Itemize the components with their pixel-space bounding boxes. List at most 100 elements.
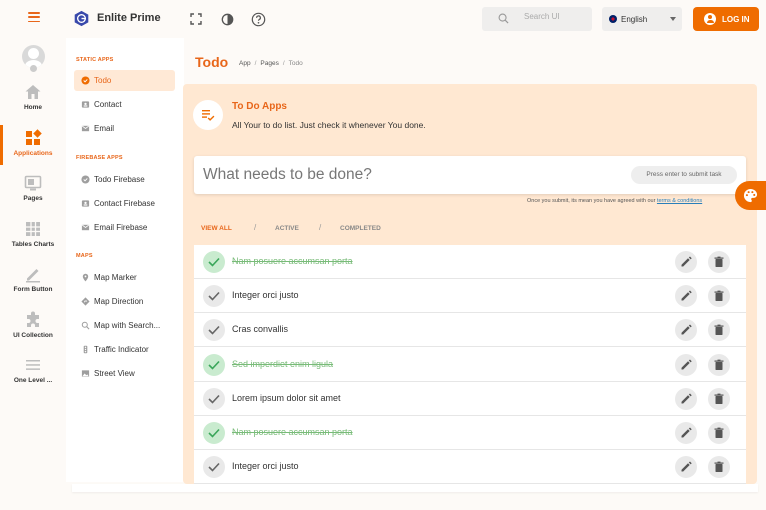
trash-icon (714, 461, 724, 473)
search-box[interactable] (482, 7, 592, 31)
trash-icon (714, 359, 724, 370)
fullscreen-icon[interactable] (187, 10, 205, 28)
panel-icon-wrap (193, 100, 223, 130)
todo-text: Sed imperdiet enim ligula (232, 358, 334, 369)
language-label: English (621, 15, 648, 24)
mail-icon (81, 125, 90, 132)
login-button[interactable]: LOG IN (693, 7, 759, 31)
todo-row: Sed imperdiet enim ligula (194, 348, 746, 382)
rail-item-form-button[interactable]: Form Button (0, 265, 66, 303)
terms-link[interactable]: terms & conditions (657, 198, 702, 204)
todo-checkbox[interactable] (203, 319, 225, 342)
tables-icon (26, 222, 40, 236)
secondary-menu: STATIC APPS Todo Contact Email FIREBASE … (66, 38, 184, 482)
todo-row: Lorem ipsum dolor sit amet (194, 382, 746, 416)
todo-row: Nam posuere accumsan porta (194, 245, 746, 279)
terms-note: Once you submit, its mean you have agree… (527, 198, 703, 204)
menu-item-contact[interactable]: Contact (74, 94, 175, 115)
contact-card-icon (81, 101, 90, 108)
section-static-apps: STATIC APPS (76, 57, 114, 63)
tab-view-all[interactable]: VIEW ALL (201, 225, 232, 232)
todo-text: Lorem ipsum dolor sit amet (232, 392, 341, 403)
todo-text: Nam posuere accumsan porta (232, 256, 353, 266)
menu-item-contact-firebase[interactable]: Contact Firebase (74, 193, 175, 214)
delete-button[interactable] (708, 285, 730, 308)
menu-item-map-direction[interactable]: Map Direction (74, 291, 175, 312)
delete-button[interactable] (708, 387, 730, 410)
todo-checkbox[interactable] (203, 353, 225, 376)
search-icon (498, 13, 509, 24)
rail-label-tables-charts: Tables Charts (11, 241, 55, 248)
delete-button[interactable] (708, 456, 730, 479)
todo-checkbox[interactable] (203, 387, 225, 410)
rail-item-applications[interactable]: Applications (0, 125, 66, 167)
trash-icon (714, 427, 724, 438)
edit-button[interactable] (675, 353, 697, 376)
footer-bar (72, 484, 758, 492)
edit-button[interactable] (675, 319, 697, 342)
rail-item-pages[interactable]: Pages (0, 174, 66, 212)
rail-item-ui-collection[interactable]: UI Collection (0, 311, 66, 349)
search-input[interactable] (524, 12, 586, 21)
filter-separator: / (319, 223, 322, 232)
todo-checkbox[interactable] (203, 285, 225, 308)
contact-card-icon (81, 200, 90, 207)
pencil-icon (681, 256, 692, 267)
todo-checkbox[interactable] (203, 422, 225, 444)
page-title: Todo (195, 54, 229, 70)
panel-title: To Do Apps (232, 101, 287, 112)
menu-item-map-with-search[interactable]: Map with Search... (74, 315, 175, 336)
login-label: LOG IN (722, 14, 750, 24)
form-icon (26, 269, 40, 283)
delete-button[interactable] (708, 422, 730, 444)
tab-active[interactable]: ACTIVE (275, 225, 299, 232)
edit-button[interactable] (675, 422, 697, 444)
breadcrumb: App / Pages / Todo (239, 60, 303, 67)
tab-completed[interactable]: COMPLETED (340, 225, 381, 232)
theme-toggle-icon[interactable] (218, 10, 236, 28)
help-icon[interactable] (249, 10, 267, 28)
menu-item-street-view[interactable]: Street View (74, 363, 175, 384)
menu-item-todo[interactable]: Todo (74, 70, 175, 91)
breadcrumb-app[interactable]: App (239, 60, 251, 67)
menu-toggle-icon[interactable] (28, 12, 40, 23)
edit-button[interactable] (675, 456, 697, 479)
delete-button[interactable] (708, 319, 730, 342)
rail-label-pages: Pages (23, 195, 43, 202)
home-icon (25, 85, 41, 99)
todo-checkbox[interactable] (203, 251, 225, 273)
section-maps: MAPS (76, 253, 93, 259)
menu-item-map-marker[interactable]: Map Marker (74, 267, 175, 288)
rail-item-home[interactable]: Home (0, 83, 66, 121)
check-circle-icon (81, 175, 90, 184)
rail-item-tables-charts[interactable]: Tables Charts (0, 220, 66, 258)
delete-button[interactable] (708, 251, 730, 273)
apps-icon (26, 129, 42, 145)
todo-row: Integer orci justo (194, 450, 746, 485)
search-icon (81, 321, 90, 330)
rail-label-home: Home (23, 104, 43, 111)
new-task-input[interactable] (203, 164, 623, 186)
check-circle-icon (81, 76, 90, 85)
todo-checkbox[interactable] (203, 456, 225, 479)
theme-palette-button[interactable] (735, 181, 766, 210)
menu-item-traffic-indicator[interactable]: Traffic Indicator (74, 339, 175, 360)
edit-button[interactable] (675, 387, 697, 410)
pages-icon (24, 175, 42, 191)
icon-rail: Home Applications Pages Tables Charts Fo… (0, 38, 66, 510)
edit-button[interactable] (675, 285, 697, 308)
menu-item-email-firebase[interactable]: Email Firebase (74, 217, 175, 238)
edit-button[interactable] (675, 251, 697, 273)
language-select[interactable]: English (602, 7, 682, 31)
menu-item-todo-firebase[interactable]: Todo Firebase (74, 169, 175, 190)
rail-item-one-level[interactable]: One Level ... (0, 356, 66, 394)
todo-text: Integer orci justo (232, 461, 299, 472)
section-firebase-apps: FIREBASE APPS (76, 155, 123, 161)
street-view-icon (81, 370, 90, 377)
todo-text: Cras convallis (232, 324, 289, 335)
pencil-icon (681, 290, 692, 301)
palette-icon (743, 188, 758, 203)
breadcrumb-pages[interactable]: Pages (260, 60, 278, 67)
menu-item-email[interactable]: Email (74, 118, 175, 139)
delete-button[interactable] (708, 353, 730, 376)
